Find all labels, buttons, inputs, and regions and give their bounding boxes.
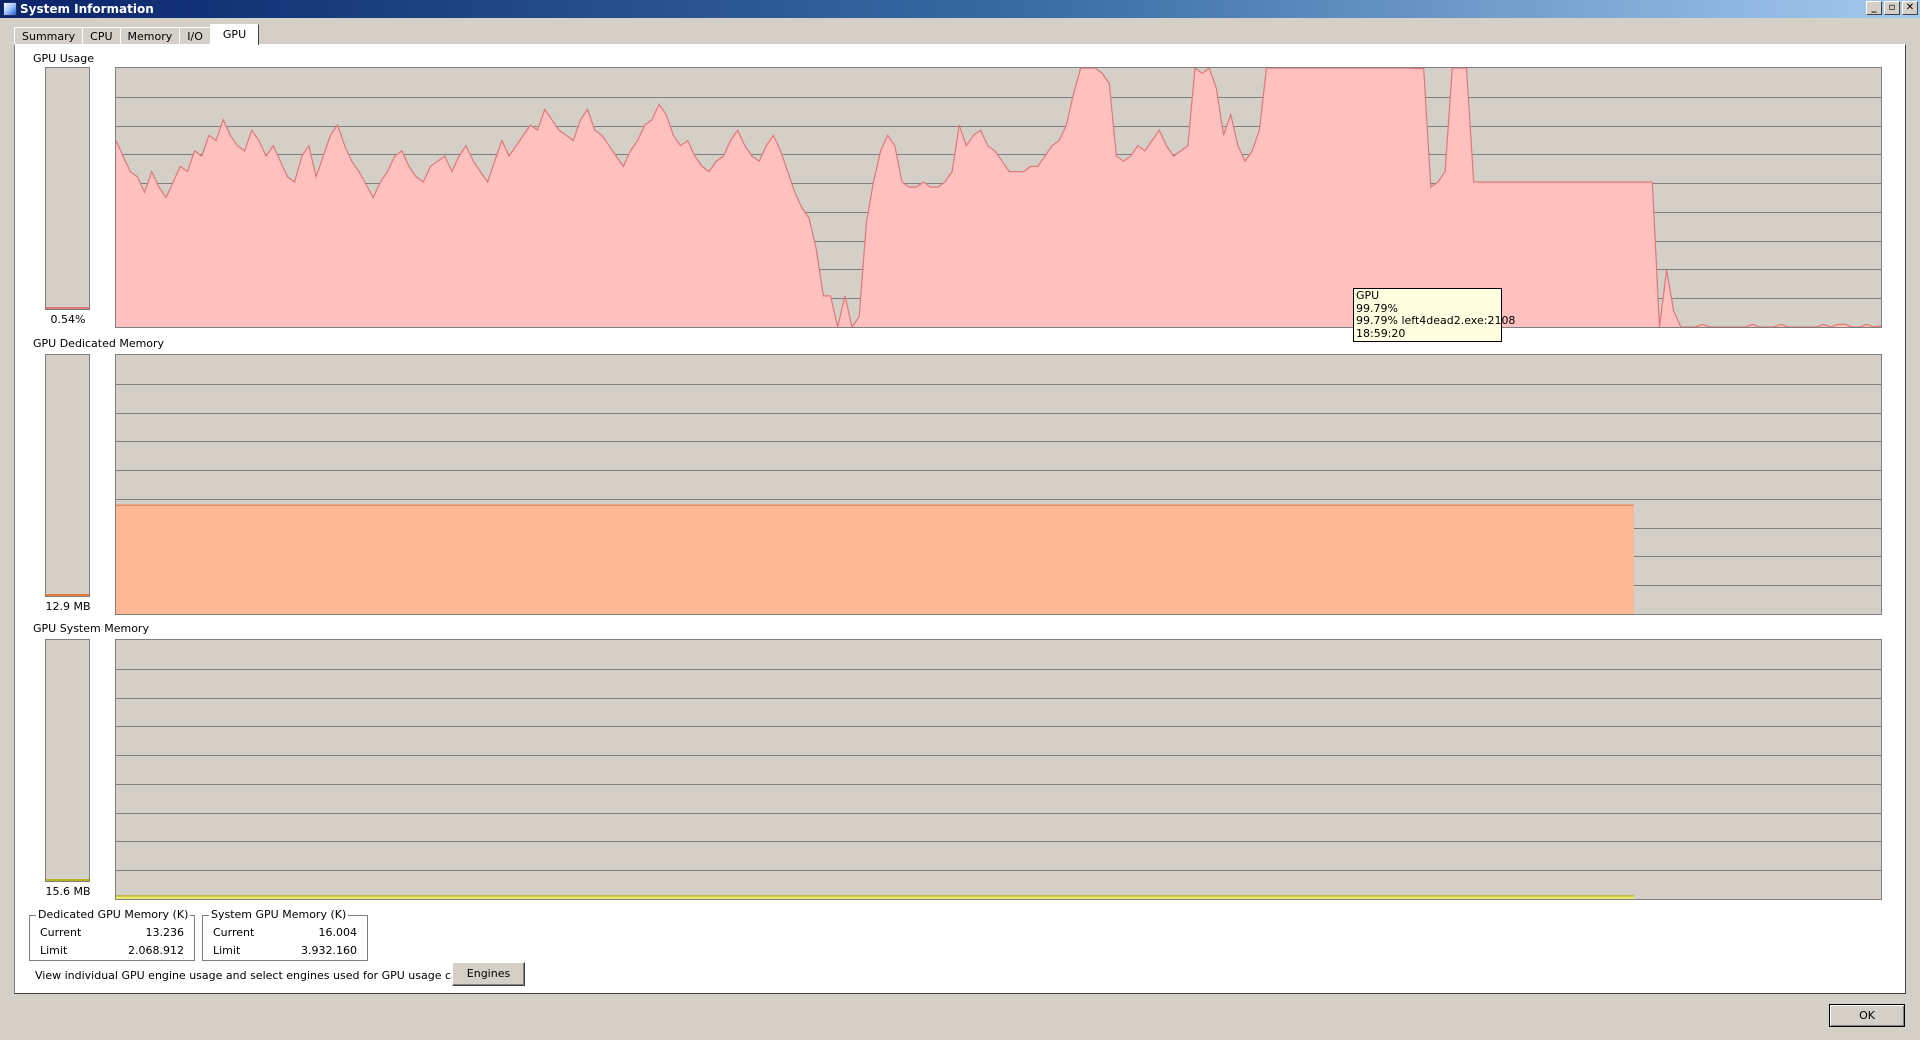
system-gpu-memory-group: System GPU Memory (K) Current 16.004 Lim…	[202, 908, 368, 961]
dedicated-limit-label: Limit	[40, 944, 68, 957]
system-current-label: Current	[213, 926, 255, 939]
gpu-dedicated-memory-meter-fill	[46, 594, 89, 596]
gpu-system-memory-graph-canvas	[116, 669, 1881, 899]
gpu-dedicated-memory-series-area	[116, 505, 1634, 614]
tab-gpu[interactable]: GPU	[209, 24, 260, 45]
dedicated-limit-value: 2.068.912	[128, 944, 184, 957]
system-limit-value: 3.932.160	[301, 944, 357, 957]
tab-cpu[interactable]: CPU	[82, 27, 121, 45]
window-controls: _ ▫ ✕	[1866, 1, 1918, 15]
system-current-value: 16.004	[318, 926, 358, 939]
minimize-button[interactable]: _	[1866, 1, 1882, 15]
window-title: System Information	[20, 2, 154, 16]
system-information-icon	[3, 2, 17, 16]
system-information-window: System Information _ ▫ ✕ Summary CPU Mem…	[0, 0, 1920, 1040]
dedicated-current-value: 13.236	[145, 926, 185, 939]
close-button[interactable]: ✕	[1902, 1, 1918, 15]
tab-strip: Summary CPU Memory I/O GPU	[14, 24, 260, 45]
title-bar[interactable]: System Information _ ▫ ✕	[0, 0, 1920, 18]
gpu-dedicated-memory-label: GPU Dedicated Memory	[33, 337, 165, 350]
gpu-usage-graph[interactable]	[115, 67, 1882, 328]
gpu-usage-graph-canvas	[116, 68, 1881, 327]
gpu-usage-current-value: 0.54%	[50, 313, 86, 326]
gpu-system-memory-meter	[45, 639, 90, 882]
gpu-usage-meter-fill	[46, 307, 89, 309]
gpu-tab-page: GPU Usage 0.54% GPU 99.79% 99.79% left4d…	[14, 44, 1906, 994]
gpu-usage-label: GPU Usage	[33, 52, 94, 65]
tooltip-time: 18:59:20	[1356, 326, 1406, 340]
system-limit-label: Limit	[213, 944, 241, 957]
gpu-system-memory-current-value: 15.6 MB	[45, 885, 91, 898]
dedicated-gpu-memory-group: Dedicated GPU Memory (K) Current 13.236 …	[29, 908, 195, 961]
gpu-usage-meter	[45, 67, 90, 310]
engines-button[interactable]: Engines	[452, 962, 525, 986]
gpu-system-memory-graph[interactable]	[115, 639, 1882, 900]
gpu-usage-series-area	[116, 68, 1881, 327]
tooltip-process: 99.79% left4dead2.exe:2108	[1356, 314, 1516, 328]
gpu-dedicated-memory-current-value: 12.9 MB	[45, 600, 91, 613]
dedicated-gpu-memory-group-title: Dedicated GPU Memory (K)	[36, 908, 191, 921]
tab-io[interactable]: I/O	[179, 27, 211, 45]
gpu-system-memory-meter-fill	[46, 879, 89, 881]
dedicated-current-label: Current	[40, 926, 82, 939]
ok-button[interactable]: OK	[1829, 1004, 1905, 1027]
gpu-system-memory-label: GPU System Memory	[33, 622, 149, 635]
tab-summary[interactable]: Summary	[14, 27, 84, 45]
tooltip-title: GPU	[1356, 289, 1380, 302]
gpu-dedicated-memory-graph[interactable]	[115, 354, 1882, 615]
restore-button[interactable]: ▫	[1884, 1, 1900, 15]
system-gpu-memory-group-title: System GPU Memory (K)	[209, 908, 349, 921]
gpu-usage-tooltip: GPU 99.79% 99.79% left4dead2.exe:2108 18…	[1353, 288, 1516, 342]
tab-memory[interactable]: Memory	[119, 27, 181, 45]
engines-description: View individual GPU engine usage and sel…	[35, 969, 515, 982]
gpu-dedicated-memory-graph-canvas	[116, 384, 1881, 614]
gpu-dedicated-memory-meter	[45, 354, 90, 597]
